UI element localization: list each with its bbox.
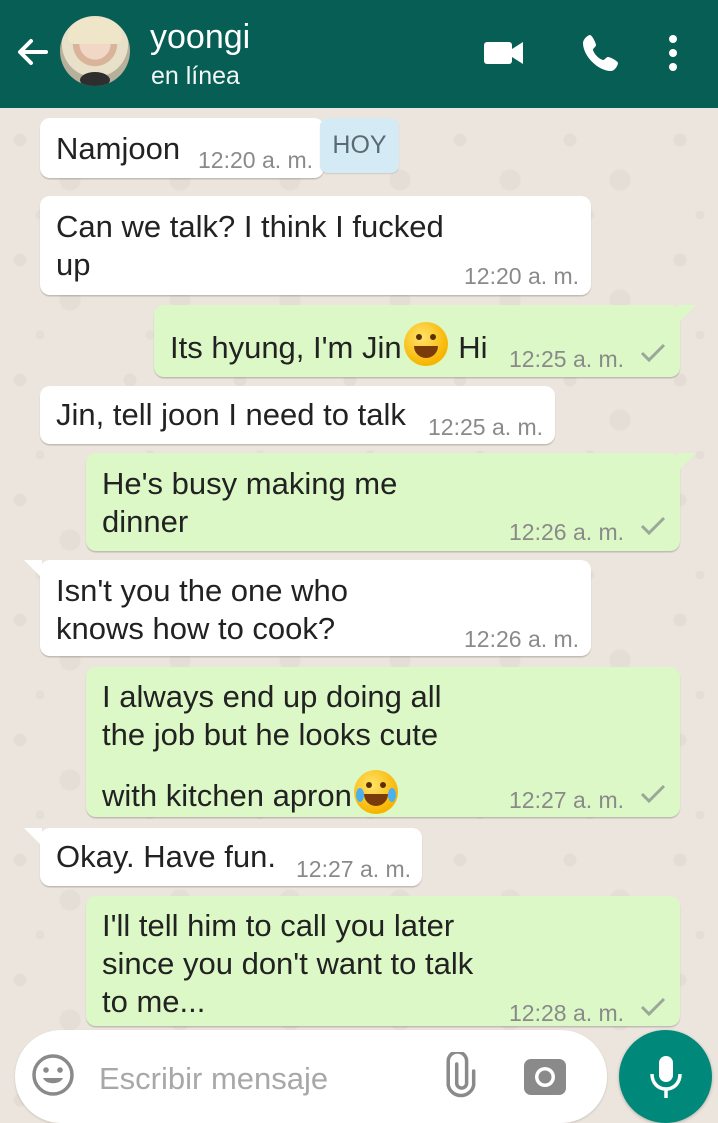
grinning-face-emoji	[403, 322, 448, 366]
video-call-icon[interactable]	[481, 30, 527, 76]
back-arrow-icon[interactable]	[12, 32, 52, 72]
message-text-line: dinner	[102, 504, 189, 539]
contact-status: en línea	[151, 62, 240, 90]
more-options-icon[interactable]	[660, 30, 686, 76]
voice-message-button[interactable]	[619, 1030, 712, 1123]
phone-icon[interactable]	[578, 30, 624, 76]
message-text-part: Hi	[449, 330, 488, 365]
single-check-icon	[640, 997, 666, 1017]
message-text-line: to me...	[102, 984, 206, 1019]
message-time: 12:27 a. m.	[296, 856, 412, 882]
chat-header: yoongi en línea	[0, 0, 718, 108]
message-incoming[interactable]: Jin, tell joon I need to talk 12:25 a. m…	[40, 386, 555, 444]
message-incoming[interactable]: Namjoon 12:20 a. m.	[40, 118, 324, 178]
message-text-line: Isn't you the one who	[56, 573, 349, 608]
message-text-line: He's busy making me	[102, 466, 398, 501]
date-chip: HOY	[320, 118, 399, 173]
message-text: Namjoon	[56, 131, 181, 166]
message-text-line: the job but he looks cute	[102, 717, 439, 752]
message-outgoing[interactable]: Its hyung, I'm Jin Hi 12:25 a. m.	[154, 305, 696, 377]
message-text-part: with kitchen apron	[102, 778, 352, 813]
message-text-line: knows how to cook?	[56, 611, 336, 646]
message-incoming[interactable]: Can we talk? I think I fucked up 12:20 a…	[40, 196, 591, 295]
message-text: Its hyung, I'm Jin Hi	[170, 322, 488, 367]
message-input[interactable]	[97, 1058, 421, 1100]
single-check-icon	[640, 343, 666, 363]
message-time: 12:27 a. m.	[509, 787, 625, 813]
message-time: 12:26 a. m.	[464, 626, 580, 652]
message-text-part: Its hyung, I'm Jin	[170, 330, 402, 365]
message-time: 12:28 a. m.	[509, 1000, 625, 1026]
message-time: 12:25 a. m.	[509, 346, 625, 372]
camera-icon[interactable]	[521, 1052, 569, 1100]
contact-avatar[interactable]	[60, 16, 130, 86]
message-outgoing[interactable]: I'll tell him to call you later since yo…	[86, 896, 680, 1026]
message-text: Jin, tell joon I need to talk	[56, 397, 406, 432]
message-text-line: Can we talk? I think I fucked	[56, 209, 444, 244]
message-time: 12:20 a. m.	[198, 147, 314, 173]
message-text-line: with kitchen apron	[102, 770, 400, 815]
contact-name[interactable]: yoongi	[150, 17, 250, 57]
attach-icon[interactable]	[432, 1052, 480, 1100]
message-text-line: I'll tell him to call you later	[102, 908, 455, 943]
single-check-icon	[640, 516, 666, 536]
microphone-icon	[650, 1056, 682, 1098]
single-check-icon	[640, 784, 666, 804]
message-text-line: since you don't want to talk	[102, 946, 474, 981]
message-incoming[interactable]: Okay. Have fun. 12:27 a. m.	[24, 828, 422, 886]
message-time: 12:26 a. m.	[509, 519, 625, 545]
message-time: 12:20 a. m.	[464, 263, 580, 289]
emoji-icon[interactable]	[30, 1052, 76, 1098]
message-time: 12:25 a. m.	[428, 414, 544, 440]
message-text-line: up	[56, 247, 91, 282]
tears-of-joy-emoji	[353, 770, 398, 814]
message-outgoing[interactable]: He's busy making me dinner 12:26 a. m.	[86, 453, 696, 551]
message-outgoing[interactable]: I always end up doing all the job but he…	[86, 667, 680, 817]
message-incoming[interactable]: Isn't you the one who knows how to cook?…	[24, 560, 591, 656]
message-text-line: I always end up doing all	[102, 679, 442, 714]
message-text: Okay. Have fun.	[56, 839, 276, 874]
